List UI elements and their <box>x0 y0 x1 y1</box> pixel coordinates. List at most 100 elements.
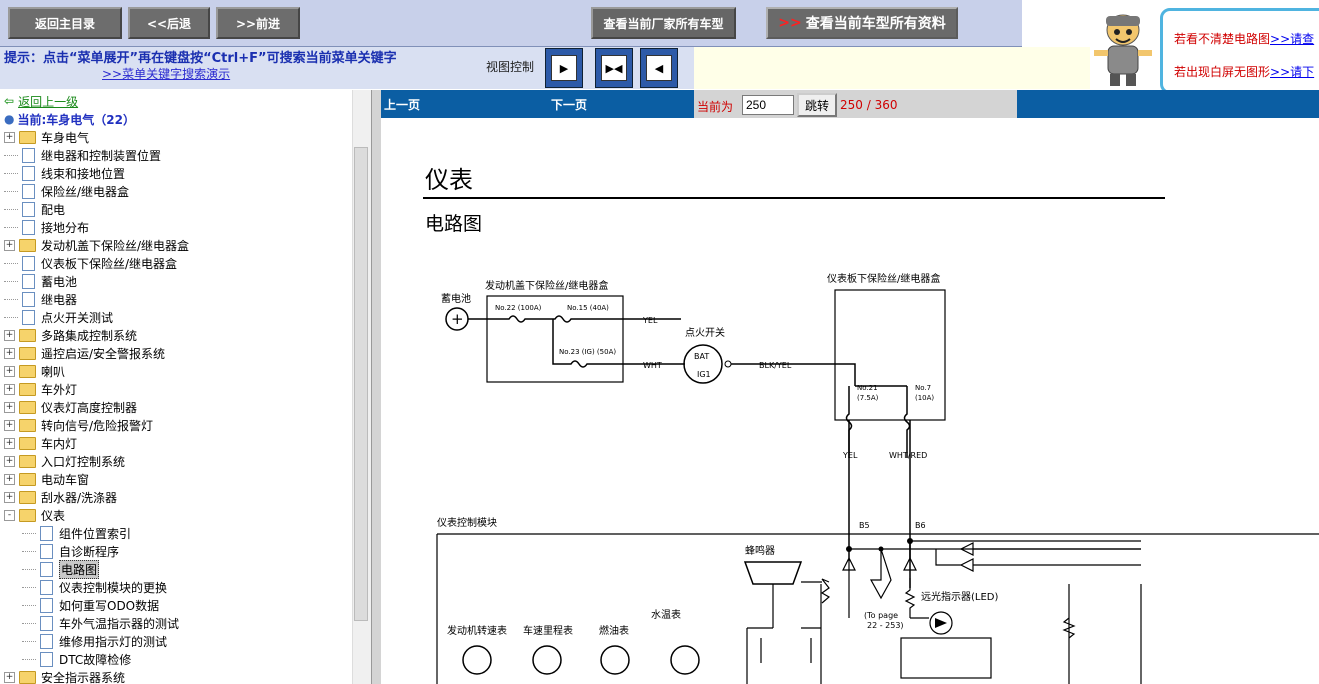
back-arrow-icon: ⇦ <box>4 94 15 108</box>
high-beam-label: 远光指示器(LED) <box>921 590 998 603</box>
expand-icon[interactable]: + <box>4 671 15 683</box>
tree-item-label: 仪表板下保险丝/继电器盒 <box>41 256 178 271</box>
tree-item[interactable]: 配电 <box>4 200 65 218</box>
expand-icon[interactable]: + <box>4 455 15 467</box>
to-page-number: 22 - 253) <box>867 621 904 630</box>
tree-item[interactable]: + 车外灯 <box>4 380 77 398</box>
document-icon <box>22 219 35 235</box>
tree-item[interactable]: 仪表控制模块的更换 <box>22 578 167 596</box>
folder-icon <box>19 454 36 468</box>
folder-icon <box>19 436 36 450</box>
expand-icon[interactable]: + <box>4 383 15 395</box>
document-icon <box>40 543 53 559</box>
view-split-button[interactable]: ▶◀ <box>595 48 633 88</box>
prev-page-link[interactable]: 上一页 <box>384 96 420 113</box>
fuse22-label: No.22 (100A) <box>495 304 542 312</box>
tree-item[interactable]: 保险丝/继电器盒 <box>4 182 129 200</box>
wire-yel2-label: YEL <box>842 451 858 460</box>
expand-icon[interactable]: + <box>4 491 15 503</box>
folder-icon <box>19 130 36 144</box>
expand-icon[interactable]: + <box>4 329 15 341</box>
tach-gauge <box>462 645 492 675</box>
view-all-docs-button[interactable]: >> 查看当前车型所有资料 <box>766 7 958 39</box>
tree-item-label: 遥控启运/安全警报系统 <box>41 346 166 361</box>
tach-label: 发动机转速表 <box>447 624 507 637</box>
tree-item[interactable]: + 安全指示器系统 <box>4 668 125 684</box>
view-expand-left-button[interactable]: ◀ <box>640 48 678 88</box>
tree-item[interactable]: 接地分布 <box>4 218 89 236</box>
tree-item[interactable]: + 多路集成控制系统 <box>4 326 137 344</box>
wire-blk-yel-label: BLK/YEL <box>759 361 792 370</box>
folder-icon <box>19 238 36 252</box>
tree-item-label: 车外气温指示器的测试 <box>59 616 180 631</box>
tree-item[interactable]: + 刮水器/洗涤器 <box>4 488 117 506</box>
tree-item[interactable]: 蓄电池 <box>4 272 77 290</box>
tree-item[interactable]: 继电器和控制装置位置 <box>4 146 161 164</box>
tree-item-label: 继电器 <box>41 292 78 307</box>
next-page-link[interactable]: 下一页 <box>551 96 587 113</box>
expand-icon[interactable]: + <box>4 437 15 449</box>
expand-icon[interactable]: + <box>4 365 15 377</box>
folder-icon <box>19 418 36 432</box>
split-arrows-icon: ▶◀ <box>601 55 627 81</box>
tree-item[interactable]: + 转向信号/危险报警灯 <box>4 416 153 434</box>
fuse7-rating: (10A) <box>915 394 934 402</box>
tree-item[interactable]: 电路图 <box>22 559 100 579</box>
sidebar-scroll-thumb[interactable] <box>354 147 368 621</box>
tree-item[interactable]: + 车内灯 <box>4 434 77 452</box>
tree-item-label: 继电器和控制装置位置 <box>41 148 162 163</box>
tree-item[interactable]: 点火开关测试 <box>4 308 113 326</box>
help-line-2-link[interactable]: >>请下 <box>1270 65 1314 79</box>
tree-item[interactable]: + 遥控启运/安全警报系统 <box>4 344 165 362</box>
tree-connector <box>4 190 18 192</box>
document-icon <box>22 273 35 289</box>
view-models-button[interactable]: 查看当前厂家所有车型 <box>591 7 736 39</box>
water-temp-gauge <box>670 645 700 675</box>
tree-item[interactable]: 线束和接地位置 <box>4 164 125 182</box>
tree-item[interactable]: 维修用指示灯的测试 <box>22 632 167 650</box>
search-demo-link[interactable]: >>菜单关键字搜索演示 <box>102 65 230 82</box>
tree-item-label: 组件位置索引 <box>59 526 132 541</box>
folder-icon <box>19 382 36 396</box>
tree-item[interactable]: 组件位置索引 <box>22 524 131 542</box>
jump-button[interactable]: 跳转 <box>797 93 837 117</box>
tree-connector <box>4 298 18 300</box>
tree-item[interactable]: + 入口灯控制系统 <box>4 452 125 470</box>
document-icon <box>40 651 53 667</box>
speedo-label: 车速里程表 <box>523 624 573 637</box>
collapse-icon[interactable]: - <box>4 509 15 521</box>
tree-connector <box>4 154 18 156</box>
expand-icon[interactable]: + <box>4 419 15 431</box>
expand-icon[interactable]: + <box>4 239 15 251</box>
home-button[interactable]: 返回主目录 <box>8 7 122 39</box>
tree-item[interactable]: 车外气温指示器的测试 <box>22 614 179 632</box>
document-icon <box>22 165 35 181</box>
page-number-input[interactable] <box>742 95 794 115</box>
tree-item[interactable]: DTC故障检修 <box>22 650 131 668</box>
tree-item[interactable]: 继电器 <box>4 290 77 308</box>
tree-item-label: 如何重写ODO数据 <box>59 598 160 613</box>
module-box <box>436 533 1319 684</box>
tree-item[interactable]: 仪表板下保险丝/继电器盒 <box>4 254 177 272</box>
bulb-icon: ● <box>4 112 15 126</box>
expand-icon[interactable]: + <box>4 401 15 413</box>
expand-icon[interactable]: + <box>4 347 15 359</box>
tree-item[interactable]: 如何重写ODO数据 <box>22 596 159 614</box>
help-line-1-link[interactable]: >>请查 <box>1270 32 1314 46</box>
folder-icon <box>19 346 36 360</box>
tree-item[interactable]: - 仪表 <box>4 506 65 524</box>
forward-button[interactable]: >>前进 <box>216 7 300 39</box>
expand-icon[interactable]: + <box>4 473 15 485</box>
expand-icon[interactable]: + <box>4 131 15 143</box>
tree-item[interactable]: 自诊断程序 <box>22 542 119 560</box>
tree-item[interactable]: + 喇叭 <box>4 362 65 380</box>
tree-item[interactable]: + 仪表灯高度控制器 <box>4 398 137 416</box>
back-up-link[interactable]: ⇦ 返回上一级 <box>4 92 78 110</box>
back-button[interactable]: <<后退 <box>128 7 210 39</box>
view-expand-right-button[interactable]: ▶ <box>545 48 583 88</box>
fuel-label: 燃油表 <box>599 624 629 637</box>
tree-item[interactable]: + 电动车窗 <box>4 470 89 488</box>
tree-item[interactable]: + 车身电气 <box>4 128 89 146</box>
document-view: 仪表 电路图 蓄电池 + 发动机盖下保险丝/继电器盒 No.22 (100A) … <box>381 118 1319 684</box>
tree-item[interactable]: + 发动机盖下保险丝/继电器盒 <box>4 236 189 254</box>
